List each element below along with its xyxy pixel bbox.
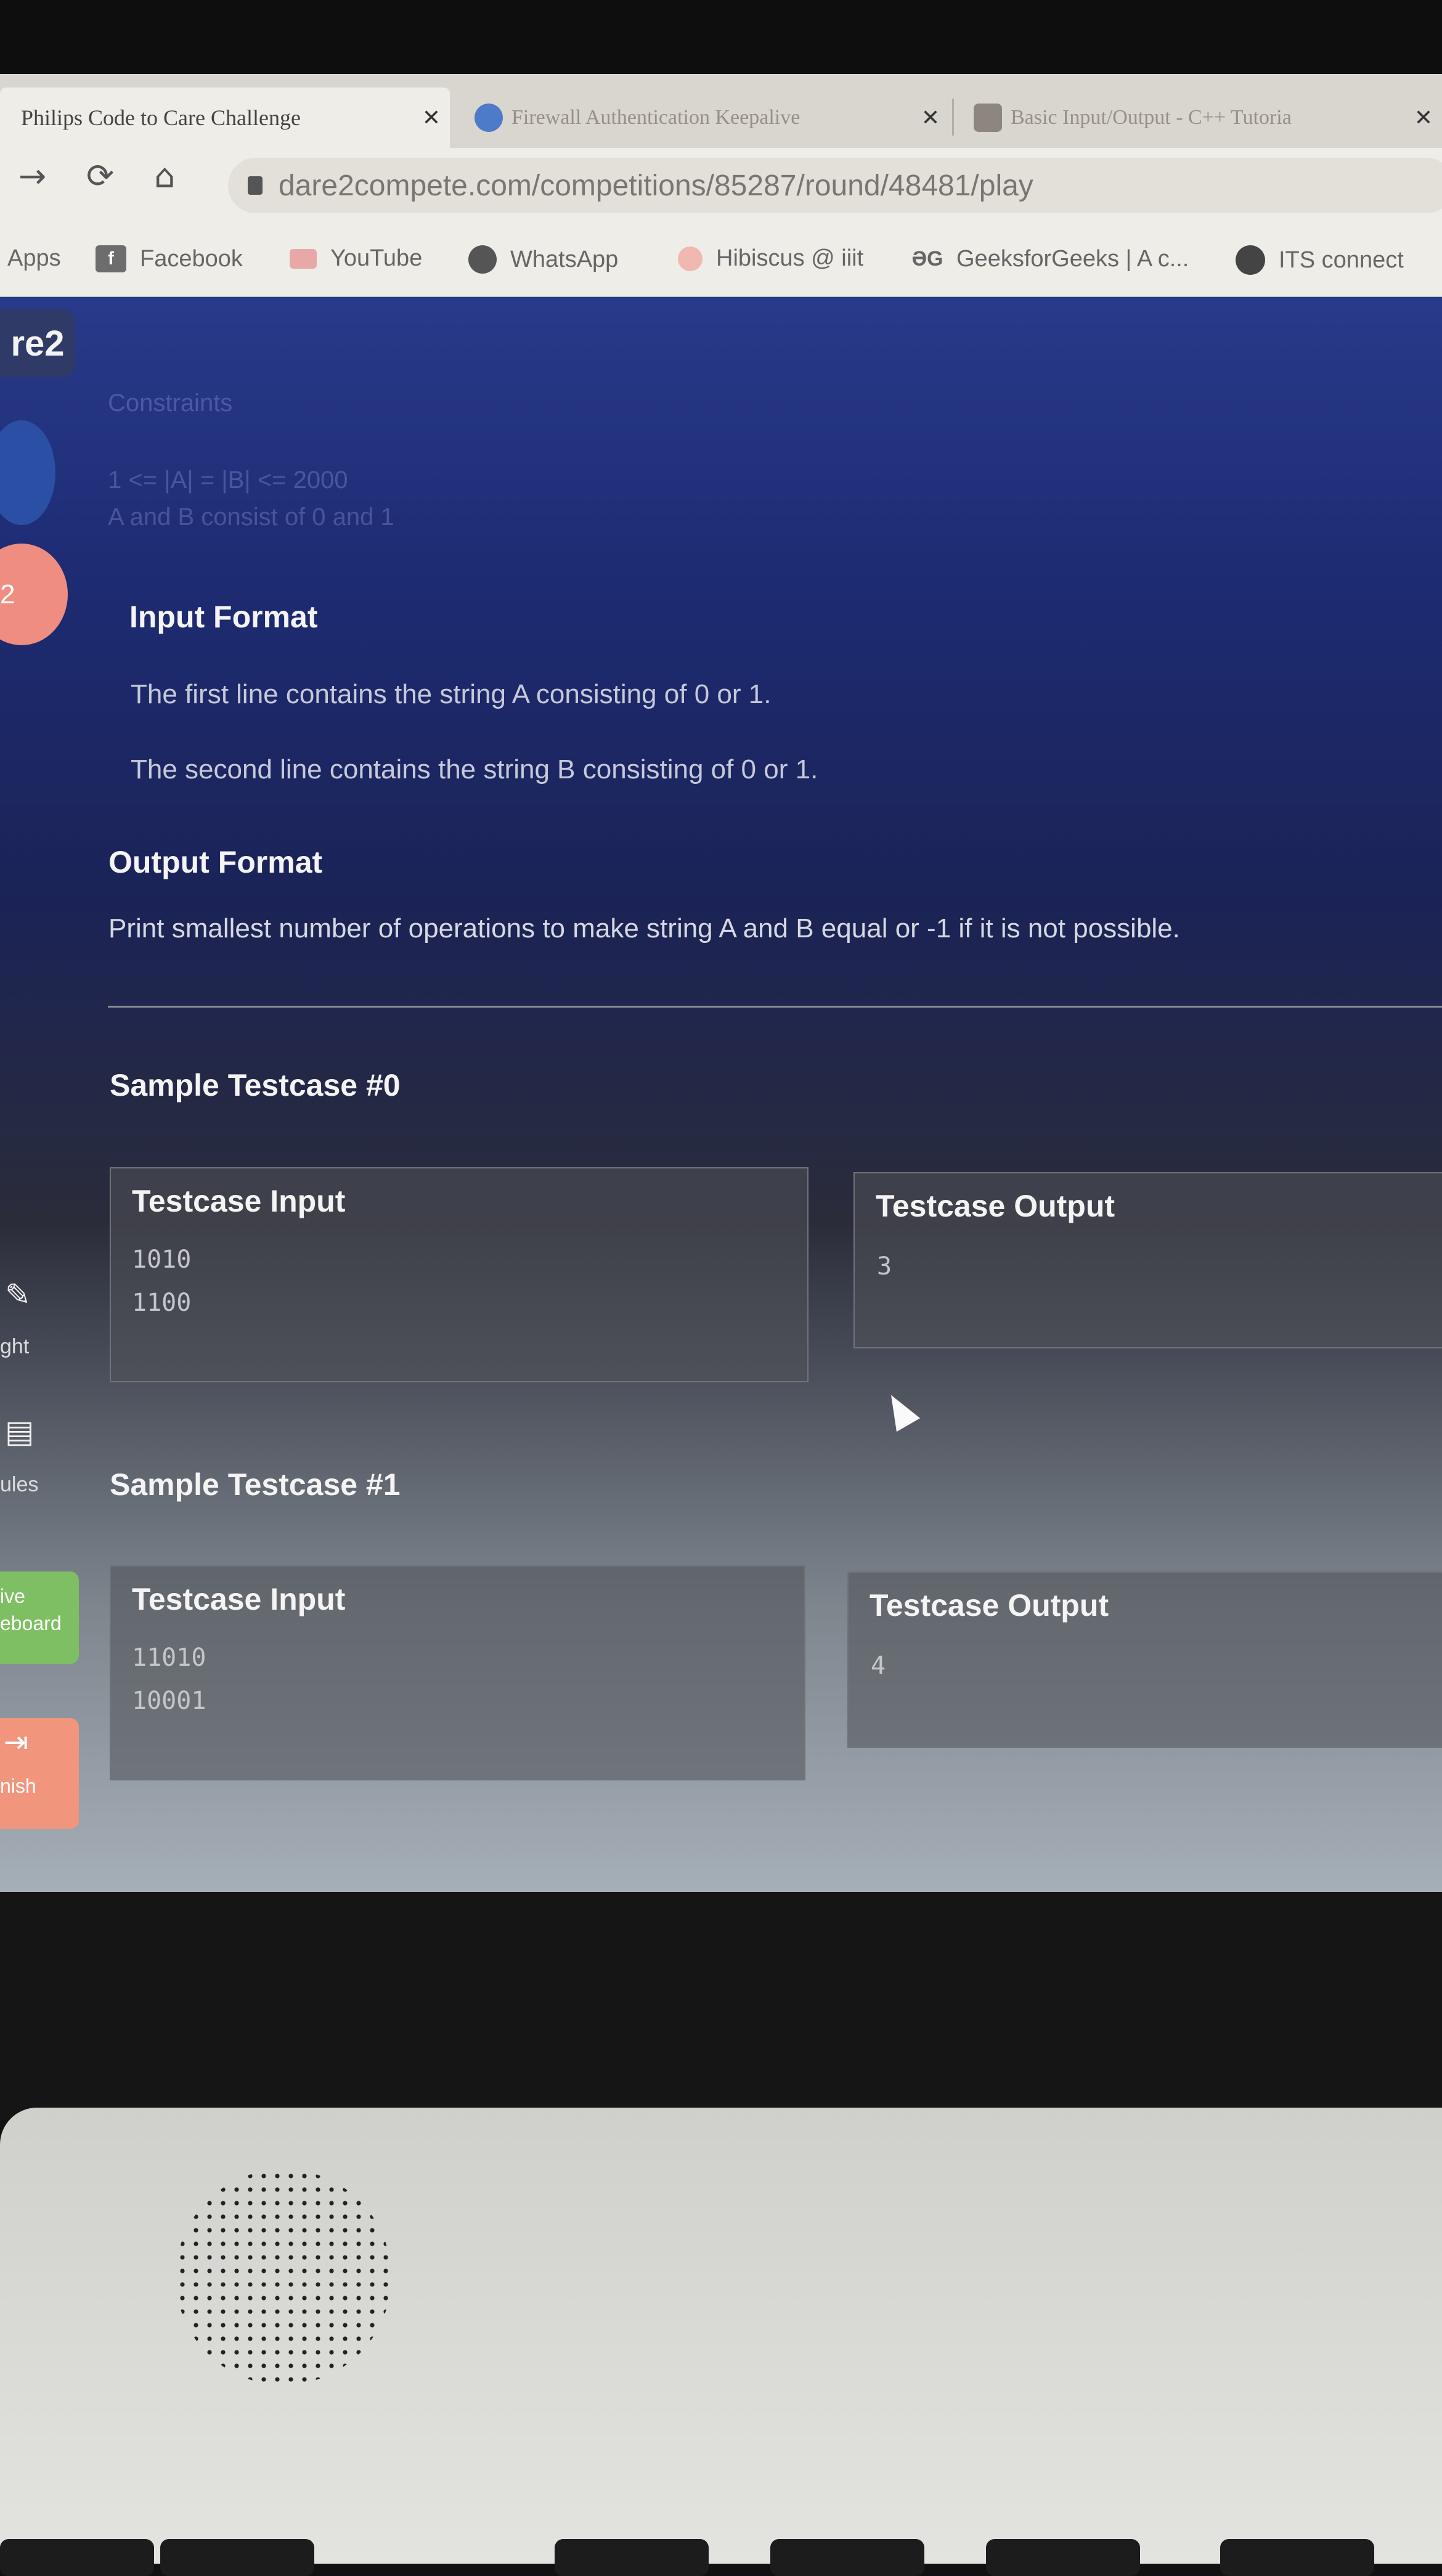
keyboard-key [1220, 2539, 1374, 2576]
globe-icon [1236, 245, 1265, 275]
bookmark-apps[interactable]: Apps [7, 245, 61, 272]
bookmark-label: ITS connect [1279, 247, 1404, 273]
facebook-icon: f [96, 245, 126, 272]
page-content: re2 2 ✎ ght ▤ ules ive eboard ⇥ nish Con… [0, 297, 1442, 1892]
tab-close-icon[interactable]: ✕ [413, 105, 450, 131]
laptop-bottom-bezel [0, 1892, 1442, 2120]
sample-testcase-heading: Sample Testcase #1 [110, 1467, 401, 1502]
bookmark-label: GeeksforGeeks | A c... [956, 245, 1189, 272]
input-format-heading: Input Format [129, 600, 318, 634]
constraint-line: 1 <= |A| = |B| <= 2000 [108, 467, 348, 494]
speaker-grille [176, 2169, 391, 2385]
sidebar-item-label[interactable]: ght [0, 1335, 29, 1359]
globe-icon [475, 104, 503, 132]
bookmark-label: WhatsApp [510, 246, 619, 272]
keyboard-key [986, 2539, 1140, 2576]
youtube-icon [290, 248, 317, 269]
constraint-line: A and B consist of 0 and 1 [108, 503, 394, 531]
bookmark-facebook[interactable]: f Facebook [96, 245, 243, 272]
input-format-line: The second line contains the string B co… [131, 754, 818, 785]
testcase-output-label: Testcase Output [870, 1588, 1109, 1623]
bookmark-geeksforgeeks[interactable]: ƏG GeeksforGeeks | A c... [911, 245, 1189, 272]
tab-close-icon[interactable]: ✕ [1405, 105, 1442, 131]
bookmarks-bar: Apps f Facebook YouTube WhatsApp Hibiscu… [0, 222, 1442, 297]
output-format-text: Print smallest number of operations to m… [108, 913, 1180, 944]
output-format-heading: Output Format [108, 845, 323, 879]
keyboard-key [770, 2539, 924, 2576]
pencil-icon[interactable]: ✎ [5, 1277, 31, 1313]
bookmark-whatsapp[interactable]: WhatsApp [468, 245, 618, 274]
tab-active[interactable]: Philips Code to Care Challenge ✕ [0, 88, 450, 148]
keyboard-key [0, 2539, 154, 2576]
testcase-output-value: 4 [871, 1652, 886, 1680]
whatsapp-icon [468, 245, 497, 274]
testcase-input-line: 1010 [132, 1245, 192, 1274]
button-label: eboard [0, 1612, 62, 1634]
question-number-badge[interactable]: 2 [0, 544, 68, 645]
button-label: nish [0, 1775, 36, 1797]
bookmark-hibiscus[interactable]: Hibiscus @ iiit [678, 245, 863, 272]
sample-testcase-heading: Sample Testcase #0 [110, 1068, 401, 1103]
bookmark-label: Hibiscus @ iiit [716, 245, 864, 271]
cplusplus-icon [974, 104, 1002, 132]
address-bar[interactable]: dare2compete.com/competitions/85287/roun… [228, 158, 1442, 213]
site-logo[interactable]: re2 [0, 309, 75, 377]
bookmark-its-connect[interactable]: ITS connect [1236, 245, 1404, 275]
testcase-input-line: 1100 [132, 1289, 192, 1317]
forward-icon[interactable]: → [18, 157, 46, 195]
clipboard-icon[interactable]: ▤ [5, 1414, 34, 1449]
tab-title: Firewall Authentication Keepalive [511, 106, 800, 129]
home-icon[interactable]: ⌂ [154, 157, 175, 195]
section-divider [108, 1006, 1442, 1008]
reload-icon[interactable]: ⟳ [86, 157, 114, 195]
keyboard-key [555, 2539, 709, 2576]
input-format-line: The first line contains the string A con… [131, 679, 772, 709]
tab-firewall[interactable]: Firewall Authentication Keepalive ✕ [468, 88, 949, 148]
testcase-output-value: 3 [877, 1252, 892, 1281]
bookmark-label: Facebook [140, 245, 243, 272]
testcase-output-label: Testcase Output [876, 1189, 1115, 1223]
laptop-top-bezel [0, 0, 1442, 80]
tab-close-icon[interactable]: ✕ [912, 105, 949, 131]
sidebar-avatar[interactable] [0, 420, 55, 525]
url-text: dare2compete.com/competitions/85287/roun… [279, 169, 1033, 202]
live-leaderboard-button[interactable]: ive eboard [0, 1571, 79, 1664]
hibiscus-icon [678, 246, 703, 271]
exit-icon: ⇥ [4, 1726, 29, 1759]
geeksforgeeks-icon: ƏG [911, 247, 943, 271]
constraints-heading: Constraints [108, 389, 233, 417]
browser-tab-bar: Philips Code to Care Challenge ✕ Firewal… [0, 74, 1442, 148]
sidebar-item-label[interactable]: ules [0, 1473, 38, 1497]
bookmark-label: Apps [7, 245, 61, 271]
tab-title: Philips Code to Care Challenge [21, 105, 301, 130]
screen: Philips Code to Care Challenge ✕ Firewal… [0, 74, 1442, 1892]
bookmark-youtube[interactable]: YouTube [290, 245, 422, 272]
lock-icon [248, 176, 263, 195]
bookmark-label: YouTube [330, 245, 423, 271]
testcase-input-label: Testcase Input [132, 1184, 346, 1218]
testcase-input-box: Testcase Input 1010 1100 [110, 1167, 809, 1382]
testcase-output-box: Testcase Output 3 [853, 1172, 1442, 1348]
testcase-input-line: 10001 [132, 1687, 206, 1715]
browser-toolbar: → ⟳ ⌂ dare2compete.com/competitions/8528… [0, 148, 1442, 222]
tab-separator [952, 99, 954, 136]
tab-title: Basic Input/Output - C++ Tutoria [1011, 106, 1292, 129]
testcase-input-line: 11010 [132, 1644, 206, 1672]
finish-button[interactable]: ⇥ nish [0, 1718, 79, 1829]
testcase-output-box: Testcase Output 4 [847, 1571, 1442, 1748]
tab-cplusplus[interactable]: Basic Input/Output - C++ Tutoria ✕ [967, 88, 1442, 148]
testcase-input-label: Testcase Input [132, 1582, 346, 1616]
mouse-cursor-icon [879, 1388, 921, 1432]
testcase-input-box: Testcase Input 11010 10001 [110, 1565, 805, 1780]
keyboard-key [160, 2539, 314, 2576]
button-label: ive [0, 1585, 25, 1607]
